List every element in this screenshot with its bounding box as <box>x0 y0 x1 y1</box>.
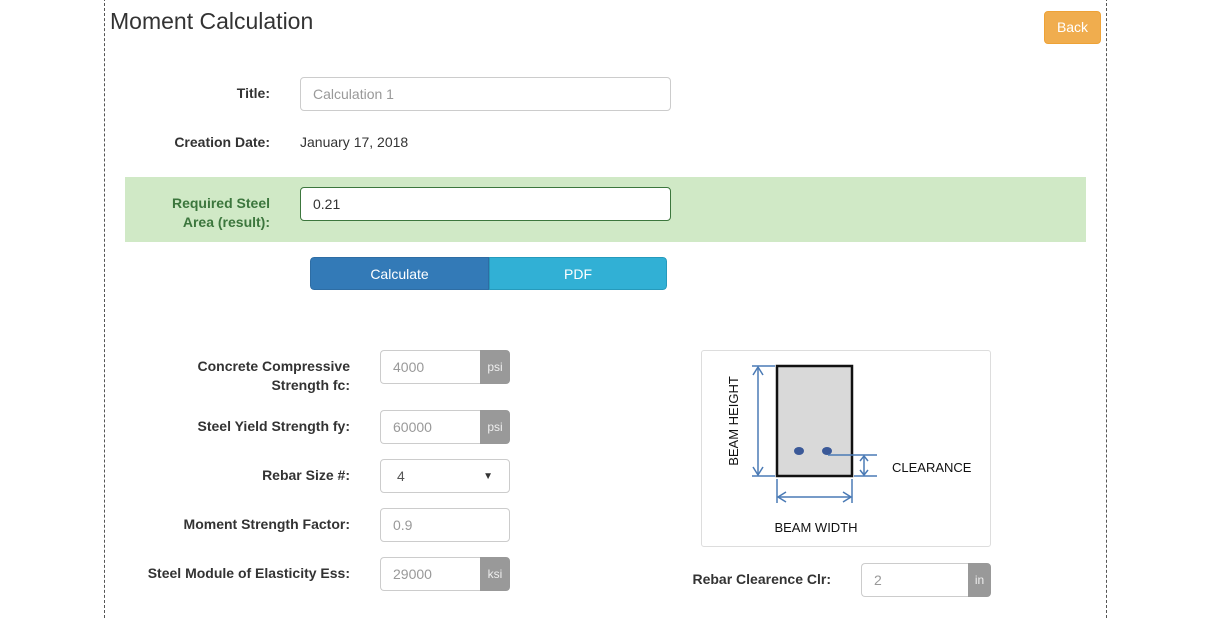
page-title: Moment Calculation <box>110 8 314 34</box>
beam-diagram: BEAM HEIGHT BEAM WIDTH CLEARANCE <box>701 350 991 547</box>
moment-factor-input[interactable]: 0.9 <box>380 508 510 542</box>
fc-label: Concrete Compressive Strength fc: <box>150 357 350 395</box>
ess-input-group: 29000 ksi <box>380 557 510 591</box>
title-input[interactable]: Calculation 1 <box>300 77 671 111</box>
dropdown-caret-icon: ▼ <box>483 470 493 482</box>
fc-input-group: 4000 psi <box>380 350 510 384</box>
result-value: 0.21 <box>313 196 341 212</box>
fy-unit-addon: psi <box>480 410 510 444</box>
rebar-size-value: 4 <box>397 468 405 484</box>
rebar-size-label: Rebar Size #: <box>262 467 350 483</box>
fy-input[interactable]: 60000 <box>380 410 480 444</box>
beam-diagram-svg: BEAM HEIGHT BEAM WIDTH CLEARANCE <box>726 364 972 535</box>
fc-unit-addon: psi <box>480 350 510 384</box>
fc-label-line2: Strength fc: <box>271 377 350 393</box>
result-label-line2: Area (result): <box>182 214 270 230</box>
rebar-size-select[interactable]: 4 ▼ <box>380 459 510 493</box>
beam-height-label: BEAM HEIGHT <box>726 376 741 466</box>
fc-label-line1: Concrete Compressive <box>197 358 350 374</box>
clearance-field-label: Rebar Clearence Clr: <box>692 571 831 587</box>
title-label: Title: <box>236 85 270 101</box>
fy-placeholder: 60000 <box>393 419 432 435</box>
clearance-unit-addon: in <box>968 563 991 597</box>
calculate-button[interactable]: Calculate <box>310 257 489 290</box>
ess-input[interactable]: 29000 <box>380 557 480 591</box>
ess-label: Steel Module of Elasticity Ess: <box>147 565 350 581</box>
width-dimension <box>776 479 853 503</box>
title-placeholder: Calculation 1 <box>313 86 394 102</box>
moment-factor-label: Moment Strength Factor: <box>183 516 350 532</box>
fy-label: Steel Yield Strength fy: <box>197 418 350 434</box>
beam-width-label: BEAM WIDTH <box>774 520 857 535</box>
pdf-button[interactable]: PDF <box>489 257 667 290</box>
moment-factor-placeholder: 0.9 <box>393 517 413 533</box>
fy-input-group: 60000 psi <box>380 410 510 444</box>
fc-input[interactable]: 4000 <box>380 350 480 384</box>
height-dimension <box>752 365 775 477</box>
creation-date-label: Creation Date: <box>174 134 270 150</box>
fc-placeholder: 4000 <box>393 359 425 375</box>
result-label: Required Steel Area (result): <box>140 194 270 232</box>
beam-section <box>775 364 854 478</box>
ess-unit-addon: ksi <box>480 557 510 591</box>
rebar-dot-left <box>794 447 804 455</box>
ess-placeholder: 29000 <box>393 566 432 582</box>
action-button-group: Calculate PDF <box>310 257 667 290</box>
clearance-input[interactable]: 2 <box>861 563 968 597</box>
clearance-placeholder: 2 <box>874 572 882 588</box>
clearance-input-group: 2 in <box>861 563 991 597</box>
result-input[interactable]: 0.21 <box>300 187 671 221</box>
rebar-dot-right <box>822 447 832 455</box>
result-label-line1: Required Steel <box>171 195 270 211</box>
creation-date-value: January 17, 2018 <box>300 134 409 150</box>
back-button[interactable]: Back <box>1044 11 1101 44</box>
clearance-label: CLEARANCE <box>892 460 972 475</box>
